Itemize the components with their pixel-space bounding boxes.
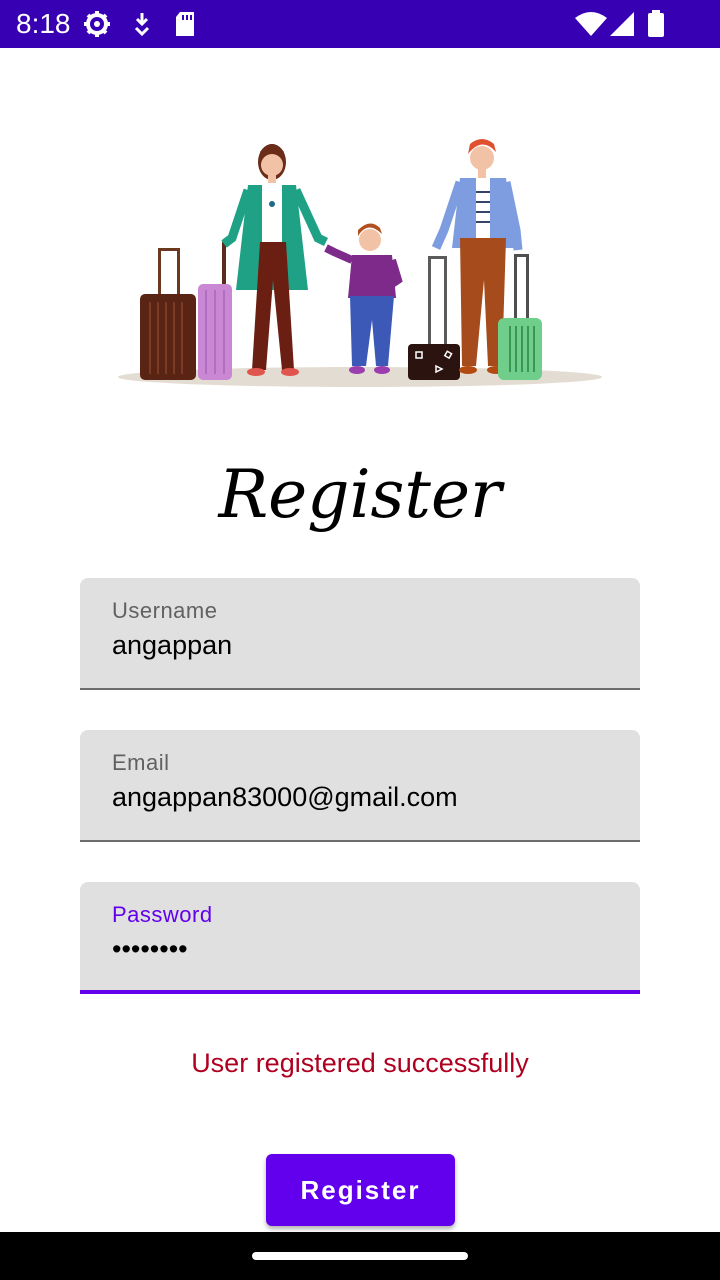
navigation-bar xyxy=(0,1232,720,1280)
register-button[interactable]: Register xyxy=(266,1154,455,1226)
signal-icon xyxy=(610,12,634,36)
status-bar: 8:18 xyxy=(0,0,720,48)
download-icon xyxy=(134,13,150,37)
woman-figure-icon xyxy=(221,144,329,376)
status-time: 8:18 xyxy=(16,8,71,39)
password-field[interactable]: Password •••••••• xyxy=(80,882,640,994)
family-travel-illustration xyxy=(118,139,602,387)
sd-card-icon xyxy=(176,12,194,36)
child-figure-icon xyxy=(324,223,403,374)
wifi-icon xyxy=(575,12,607,36)
username-field[interactable]: Username angappan xyxy=(80,578,640,690)
pink-suitcase-icon xyxy=(198,242,232,380)
email-input[interactable]: angappan83000@gmail.com xyxy=(112,782,458,813)
battery-icon xyxy=(648,10,664,37)
username-input[interactable]: angappan xyxy=(112,630,232,661)
registration-status-message: User registered successfully xyxy=(191,1048,529,1078)
password-label: Password xyxy=(112,902,213,927)
password-input[interactable]: •••••••• xyxy=(112,934,188,965)
home-gesture-handle[interactable] xyxy=(252,1252,468,1260)
gear-icon xyxy=(84,11,110,37)
page-title: Register xyxy=(218,456,502,533)
email-field[interactable]: Email angappan83000@gmail.com xyxy=(80,730,640,842)
brown-suitcase-icon xyxy=(140,248,196,380)
dark-suitcase-icon xyxy=(408,256,460,380)
register-screen: 8:18 Register Username angappan Email an… xyxy=(0,0,720,1280)
username-label: Username xyxy=(112,598,218,623)
email-label: Email xyxy=(112,750,170,775)
